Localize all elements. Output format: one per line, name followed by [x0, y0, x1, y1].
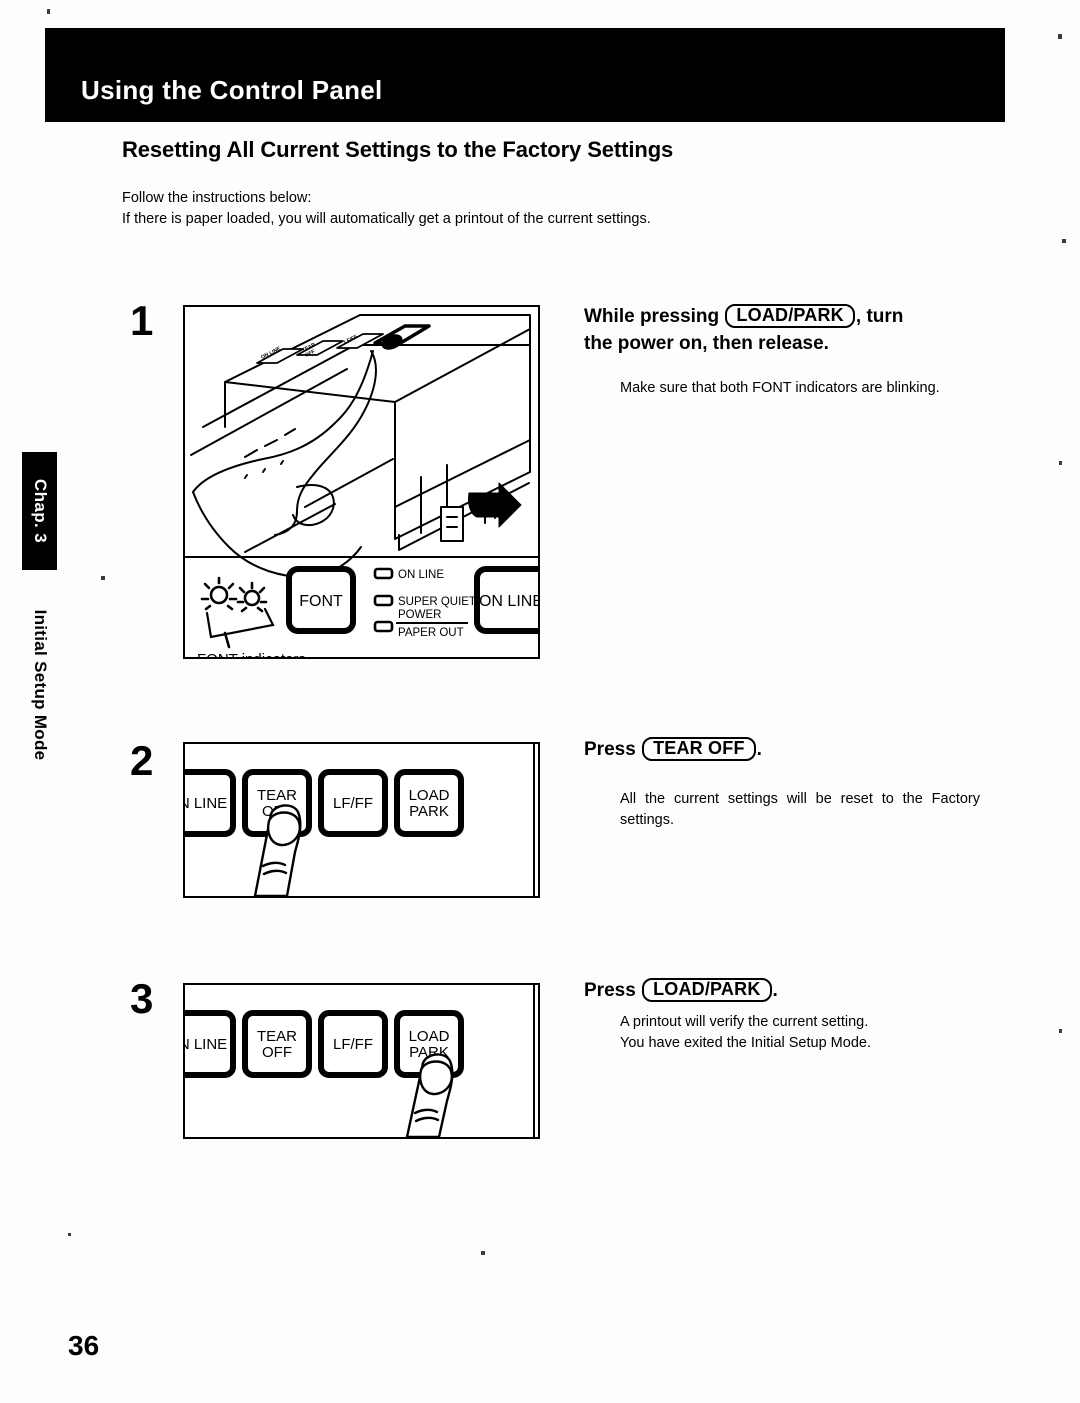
step-2-body: All the current settings will be reset t… [620, 791, 980, 828]
step-2-title: Press TEAR OFF. [584, 736, 984, 763]
scan-speckle [1059, 461, 1062, 465]
step-3-title: Press LOAD/PARK. [584, 977, 984, 1004]
press-tear-off-illustration: N LINE TEAR OFF LF/FF LOAD PARK [185, 744, 535, 896]
page-title: Using the Control Panel [81, 75, 383, 105]
step-3-body-line-2: You have exited the Initial Setup Mode. [620, 1035, 871, 1051]
key-park-label: PARK [409, 803, 449, 820]
online-button-label: ON LINE [479, 593, 538, 610]
step-3-body-line-1: A printout will verify the current setti… [620, 1014, 869, 1030]
key-lf-ff-label: LF/FF [333, 1036, 373, 1053]
step-3-body: A printout will verify the current setti… [620, 1012, 980, 1054]
svg-text:SUPER QUIET: SUPER QUIET [398, 596, 476, 608]
step-3-title-pre: Press [584, 980, 636, 1001]
font-button-label: FONT [299, 593, 343, 610]
step-1-title-post: , turn [855, 306, 904, 327]
step-1-title-line2: the power on, then release. [584, 333, 829, 354]
step-1-title: While pressing LOAD/PARK, turn the power… [584, 303, 984, 357]
chapter-name-label: Initial Setup Mode [30, 609, 50, 760]
scan-speckle [1058, 34, 1062, 39]
step-1-body: Make sure that both FONT indicators are … [620, 380, 940, 396]
section-intro: Follow the instructions below: If there … [122, 188, 651, 230]
key-tear-label: TEAR [257, 1028, 297, 1045]
font-indicators-caption: FONT indicators [197, 651, 306, 657]
keycap-tear-off: TEAR OFF [642, 737, 756, 761]
key-load-label: LOAD [409, 787, 450, 804]
key-off-label: OFF [262, 1044, 292, 1061]
figure-step-3: N LINE TEAR OFF LF/FF LOAD PARK [183, 983, 540, 1139]
scan-speckle [1062, 239, 1066, 243]
keycap-load-park: LOAD/PARK [725, 304, 855, 328]
step-3-title-post: . [772, 980, 778, 1001]
intro-line-2: If there is paper loaded, you will autom… [122, 211, 651, 227]
press-load-park-illustration: N LINE TEAR OFF LF/FF LOAD PARK [185, 985, 535, 1137]
svg-text:PAPER OUT: PAPER OUT [398, 627, 464, 639]
manual-page: Chap. 3 Initial Setup Mode Using the Con… [0, 0, 1080, 1403]
keycap-load-park-step3: LOAD/PARK [642, 978, 772, 1002]
chapter-name: Initial Setup Mode [22, 582, 57, 787]
page-header-bar: Using the Control Panel [45, 28, 1005, 122]
scan-speckle [101, 576, 105, 580]
scan-speckle [481, 1251, 485, 1255]
figure-step-1: ON LINE TEAR OFF LF/FF FONT ON LINE SUPE… [183, 305, 540, 659]
section-heading: Resetting All Current Settings to the Fa… [122, 137, 674, 162]
step-number-1: 1 [130, 297, 154, 344]
page-number: 36 [68, 1330, 100, 1361]
step-number-2: 2 [130, 737, 154, 784]
scan-speckle [47, 9, 50, 14]
font-indicator-detail: FONT indicators FONT ON LINE SUPER QUIET… [197, 566, 538, 657]
step-2-title-post: . [756, 739, 762, 760]
printer-power-on-illustration: ON LINE TEAR OFF LF/FF FONT ON LINE SUPE… [185, 314, 538, 657]
key-lf-ff-label: LF/FF [333, 795, 373, 812]
figure-step-2: N LINE TEAR OFF LF/FF LOAD PARK [183, 742, 540, 898]
key-tear-label: TEAR [257, 787, 297, 804]
key-on-line-label: N LINE [185, 1036, 227, 1053]
chapter-tab: Chap. 3 [22, 452, 57, 570]
scan-speckle [1059, 1029, 1062, 1033]
key-on-line-label: N LINE [185, 795, 227, 812]
intro-line-1: Follow the instructions below: [122, 190, 312, 206]
step-2-title-pre: Press [584, 739, 636, 760]
step-number-3: 3 [130, 975, 154, 1022]
svg-text:POWER: POWER [398, 609, 441, 621]
chapter-tab-label: Chap. 3 [30, 478, 50, 544]
step-1-title-pre: While pressing [584, 306, 720, 327]
scan-speckle [68, 1233, 71, 1236]
svg-text:ON LINE: ON LINE [398, 569, 444, 581]
key-load-label: LOAD [409, 1028, 450, 1045]
